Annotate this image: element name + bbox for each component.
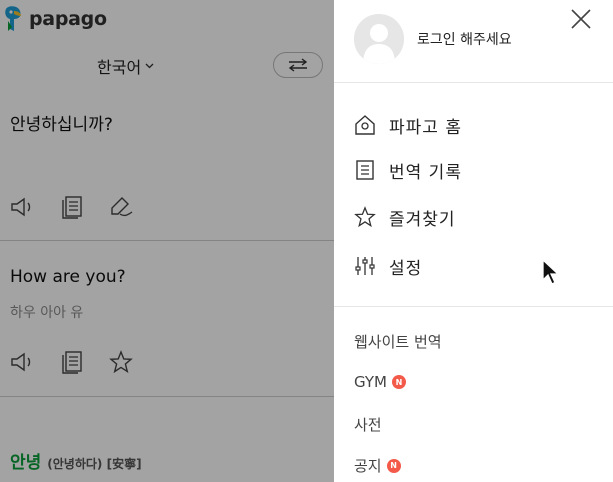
panel-divider: [334, 82, 613, 83]
history-document-icon: [354, 159, 376, 181]
login-profile[interactable]: 로그인 해주세요: [354, 14, 512, 64]
menu-label: 번역 기록: [389, 162, 462, 183]
link-label: 공지: [354, 457, 382, 475]
link-website-translation[interactable]: 웹사이트 번역: [354, 331, 442, 352]
dim-overlay[interactable]: [0, 0, 334, 482]
link-dictionary[interactable]: 사전: [354, 414, 382, 435]
side-menu-panel: 로그인 해주세요 파파고 홈 번역 기록 즐겨찾기 설정 웹사이트 번역 GYM…: [334, 0, 613, 482]
menu-label: 파파고 홈: [389, 117, 462, 138]
star-icon: [354, 206, 376, 228]
link-gym[interactable]: GYM N: [354, 373, 406, 391]
close-icon: [571, 9, 591, 29]
menu-item-settings[interactable]: 설정: [354, 251, 422, 281]
settings-sliders-icon: [354, 255, 376, 277]
link-label: 웹사이트 번역: [354, 333, 442, 351]
menu-label: 즐겨찾기: [389, 209, 456, 230]
home-icon: [354, 114, 376, 136]
close-panel-button[interactable]: [570, 8, 592, 30]
panel-divider: [334, 306, 613, 307]
login-prompt[interactable]: 로그인 해주세요: [417, 29, 512, 49]
menu-label: 설정: [389, 258, 423, 279]
user-silhouette-icon: [354, 14, 404, 64]
link-label: GYM: [354, 373, 387, 391]
avatar: [354, 14, 404, 64]
new-badge: N: [386, 458, 401, 473]
link-notice[interactable]: 공지 N: [354, 455, 401, 476]
new-badge: N: [391, 375, 406, 389]
menu-item-papago-home[interactable]: 파파고 홈: [354, 110, 462, 140]
link-label: 사전: [354, 416, 382, 434]
menu-item-translation-history[interactable]: 번역 기록: [354, 155, 462, 185]
menu-item-favorites[interactable]: 즐겨찾기: [354, 202, 456, 232]
mouse-cursor-icon: [542, 258, 560, 285]
